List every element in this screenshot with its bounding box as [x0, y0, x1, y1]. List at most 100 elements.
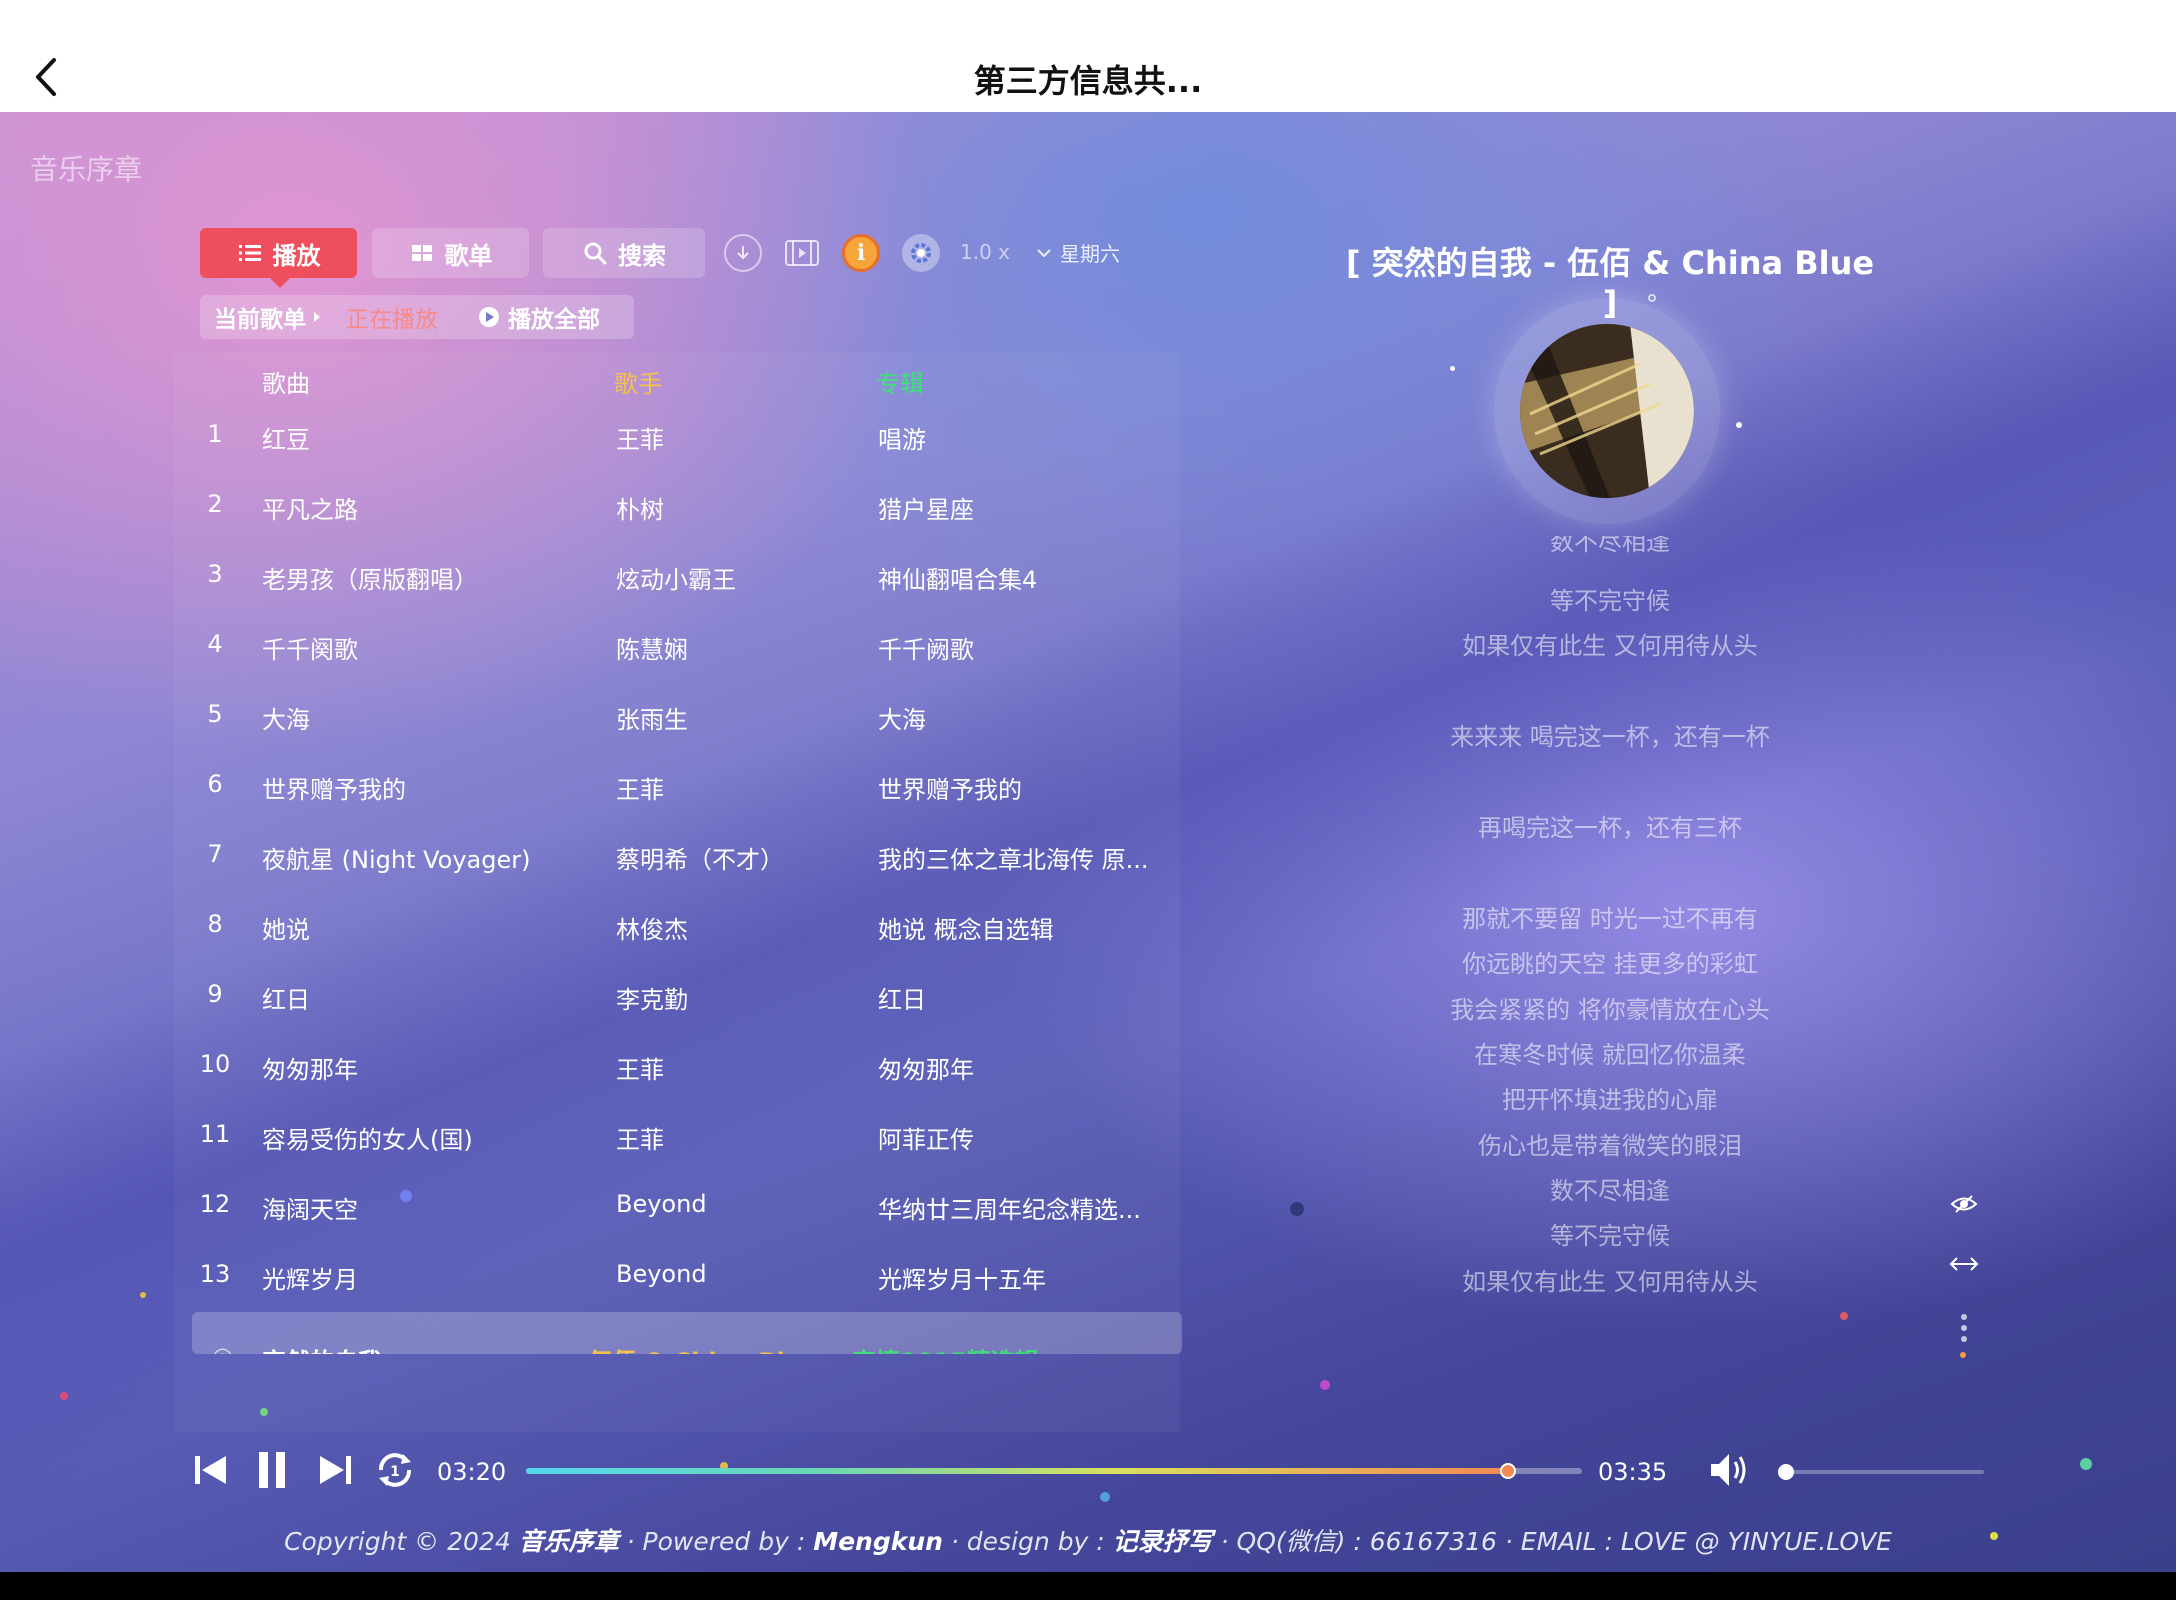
download-button[interactable] [724, 234, 762, 272]
volume-slider[interactable] [1778, 1464, 1984, 1480]
row-album: 阿菲正传 [878, 1126, 974, 1154]
volume-button[interactable] [1708, 1446, 1756, 1494]
progress-bar[interactable] [526, 1463, 1582, 1479]
settings-button[interactable] [902, 234, 940, 272]
footer-designer[interactable]: 记录抒写 [1113, 1527, 1213, 1556]
table-row[interactable]: 7 夜航星 (Night Voyager) 蔡明希（不才） 我的三体之章北海传 … [190, 840, 1180, 910]
mv-button[interactable] [783, 234, 821, 272]
row-artist: 陈慧娴 [616, 636, 688, 664]
play-all-button[interactable]: 播放全部 [478, 300, 600, 334]
footer-powered[interactable]: Mengkun [813, 1527, 943, 1556]
row-song: 千千阕歌 [262, 636, 358, 664]
row-song: 容易受伤的女人(国) [262, 1126, 473, 1154]
row-album: 我的三体之章北海传 原... [878, 846, 1149, 874]
row-song: 匆匆那年 [262, 1056, 358, 1084]
play-all-label: 播放全部 [508, 307, 600, 333]
info-button[interactable]: i [842, 234, 880, 272]
row-album: 神仙翻唱合集4 [878, 566, 1038, 594]
pause-icon [259, 1452, 285, 1488]
row-index: 7 [207, 840, 223, 868]
footer-design-prefix: · design by : [942, 1527, 1113, 1556]
more-options-button[interactable] [1946, 1310, 1982, 1346]
current-playlist-button[interactable]: 当前歌单 [214, 300, 322, 334]
table-row[interactable]: 2 平凡之路 朴树 猎户星座 [190, 490, 1180, 560]
table-row[interactable]: 10 匆匆那年 王菲 匆匆那年 [190, 1050, 1180, 1120]
skip-next-icon [320, 1456, 351, 1484]
current-row-album: 忘情1015精选辑 [852, 1342, 1039, 1354]
hide-lyrics-button[interactable] [1946, 1186, 1982, 1222]
list-icon [238, 245, 261, 261]
system-nav-strip [0, 1572, 2176, 1600]
row-artist: 李克勤 [616, 986, 688, 1014]
row-index: 1 [207, 420, 223, 448]
row-artist: Beyond [616, 1260, 707, 1288]
tab-play[interactable]: 播放 [200, 228, 357, 288]
expand-width-button[interactable] [1946, 1246, 1982, 1282]
row-index: 8 [207, 910, 223, 938]
footer-powered-prefix: · Powered by : [618, 1527, 814, 1556]
play-circle-icon [479, 307, 499, 327]
pause-button[interactable] [252, 1446, 292, 1494]
table-row[interactable]: 12 海阔天空 Beyond 华纳廿三周年纪念精选... [190, 1190, 1180, 1260]
tab-search-label: 搜索 [618, 241, 666, 270]
table-row[interactable]: 1 红豆 王菲 唱游 [190, 420, 1180, 490]
row-album: 红日 [878, 986, 926, 1014]
weekday-dropdown[interactable]: 星期六 [1036, 238, 1120, 267]
row-song: 她说 [262, 916, 310, 944]
svg-text:1: 1 [390, 1464, 400, 1480]
disc-icon: ◎ [212, 1342, 233, 1354]
table-row[interactable]: 8 她说 林俊杰 她说 概念自选辑 [190, 910, 1180, 980]
now-playing-button[interactable]: 正在播放 [346, 300, 438, 334]
next-button[interactable] [316, 1446, 356, 1494]
row-song: 红豆 [262, 426, 310, 454]
gear-icon [911, 243, 931, 263]
row-album: 世界赠予我的 [878, 776, 1022, 804]
row-song: 老男孩（原版翻唱） [262, 566, 478, 594]
current-song-row[interactable]: ◎ 突然的自我 伍佰 & China Blue 忘情1015精选辑 [192, 1312, 1182, 1354]
lyric-line: 等不完守候 [1550, 587, 1670, 615]
lyric-line: 我会紧紧的 将你豪情放在心头 [1450, 996, 1770, 1024]
table-row[interactable]: 5 大海 张雨生 大海 [190, 700, 1180, 770]
table-row[interactable]: 3 老男孩（原版翻唱） 炫动小霸王 神仙翻唱合集4 [190, 560, 1180, 630]
lyric-line: 如果仅有此生 又何用待从头 [1462, 632, 1758, 660]
page-title: 第三方信息共... [973, 62, 1203, 100]
row-index: 2 [207, 490, 223, 518]
row-album: 她说 概念自选辑 [878, 916, 1054, 944]
tab-playlist[interactable]: 歌单 [372, 228, 529, 278]
total-time: 03:35 [1598, 1458, 1668, 1486]
row-album: 唱游 [878, 426, 926, 454]
row-index: 4 [207, 630, 223, 658]
lyric-line: 伤心也是带着微笑的眼泪 [1478, 1132, 1742, 1160]
current-row-song: 突然的自我 [262, 1342, 382, 1354]
table-row[interactable]: 6 世界赠予我的 王菲 世界赠予我的 [190, 770, 1180, 840]
table-row[interactable]: 11 容易受伤的女人(国) 王菲 阿菲正传 [190, 1120, 1180, 1190]
album-cover[interactable] [1520, 324, 1694, 498]
footer-brand[interactable]: 音乐序章 [519, 1527, 619, 1556]
volume-icon [1711, 1454, 1746, 1486]
row-album: 大海 [878, 706, 926, 734]
chevron-down-icon [1037, 248, 1051, 257]
table-row[interactable]: 4 千千阕歌 陈慧娴 千千阙歌 [190, 630, 1180, 700]
table-row[interactable]: 9 红日 李克勤 红日 [190, 980, 1180, 1050]
previous-button[interactable] [190, 1446, 230, 1494]
repeat-one-button[interactable]: 1 [372, 1446, 418, 1494]
lyric-line: 来来来 喝完这一杯，还有一杯 [1450, 723, 1770, 751]
row-album: 千千阙歌 [878, 636, 974, 664]
lyric-line: 数不尽相逢 [1550, 1177, 1670, 1205]
row-index: 9 [207, 980, 223, 1008]
progress-thumb[interactable] [1500, 1463, 1517, 1479]
row-artist: 王菲 [616, 1126, 664, 1154]
row-album: 华纳廿三周年纪念精选... [878, 1196, 1141, 1224]
tab-search[interactable]: 搜索 [543, 228, 705, 278]
lyric-line: 等不完守候 [1550, 1222, 1670, 1250]
film-icon [785, 240, 819, 266]
volume-thumb[interactable] [1778, 1464, 1794, 1480]
row-artist: 王菲 [616, 426, 664, 454]
playback-speed[interactable]: 1.0 x [960, 240, 1010, 264]
row-index: 3 [207, 560, 223, 588]
row-song: 海阔天空 [262, 1196, 358, 1224]
grid-icon [411, 245, 432, 261]
row-index: 12 [199, 1190, 231, 1218]
caret-right-icon [314, 312, 320, 322]
repeat-one-icon: 1 [379, 1453, 411, 1487]
